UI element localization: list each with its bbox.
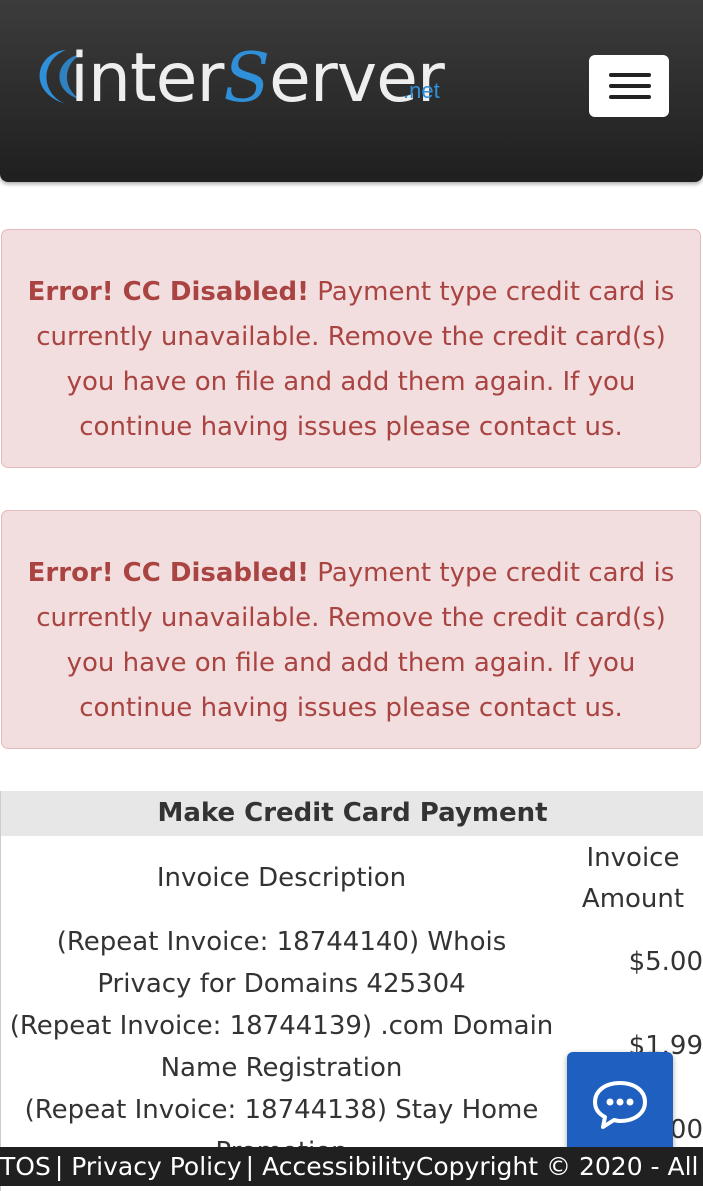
top-navbar: interServer .net	[0, 0, 703, 182]
invoice-row-description: (Repeat Invoice: 18744139) .com Domain N…	[0, 1005, 563, 1089]
hamburger-menu-button[interactable]	[589, 55, 669, 117]
invoice-description-line1: (Repeat Invoice: 18744140) Whois	[56, 927, 507, 957]
footer-separator: |	[54, 1152, 64, 1181]
alert-title: Error! CC Disabled!	[27, 277, 310, 307]
invoice-description-line2: Privacy for Domains 425304	[97, 969, 466, 999]
footer-separator: |	[245, 1152, 255, 1181]
invoice-row-amount: $5.00	[628, 947, 703, 977]
logo-wordmark: interServer	[70, 34, 445, 124]
column-header-amount: Invoice Amount	[563, 838, 703, 920]
footer: TOS | Privacy Policy | AccessibilityCopyrigh…	[0, 1147, 703, 1186]
error-alert: Error! CC Disabled! Payment type credit …	[1, 229, 701, 468]
logo-text-inter: inter	[70, 39, 224, 118]
interserver-logo[interactable]: interServer .net	[26, 34, 456, 124]
footer-link-accessibility[interactable]: Accessibility	[262, 1147, 416, 1186]
footer-copyright: Copyright © 2020 - All	[415, 1152, 699, 1181]
live-chat-button[interactable]	[567, 1052, 673, 1158]
logo-tld: .net	[403, 78, 440, 103]
footer-link-tos[interactable]: TOS	[0, 1147, 51, 1186]
error-alert: Error! CC Disabled! Payment type credit …	[1, 510, 701, 749]
column-header-amount-line1: Invoice	[586, 843, 680, 873]
column-header-amount-line2: Amount	[581, 884, 685, 914]
column-header-description: Invoice Description	[156, 863, 407, 893]
invoice-description-line2: Name Registration	[160, 1053, 403, 1083]
chat-bubble-icon	[593, 1081, 647, 1129]
invoice-description-line1: (Repeat Invoice: 18744138) Stay Home	[24, 1095, 539, 1125]
alert-title: Error! CC Disabled!	[27, 558, 310, 588]
invoice-row-description: (Repeat Invoice: 18744140) Whois Privacy…	[0, 921, 563, 1005]
logo-text-s: S	[223, 39, 270, 118]
invoice-description-line1: (Repeat Invoice: 18744139) .com Domain	[9, 1011, 554, 1041]
footer-link-privacy[interactable]: Privacy Policy	[71, 1147, 241, 1186]
panel-heading: Make Credit Card Payment	[1, 791, 703, 836]
